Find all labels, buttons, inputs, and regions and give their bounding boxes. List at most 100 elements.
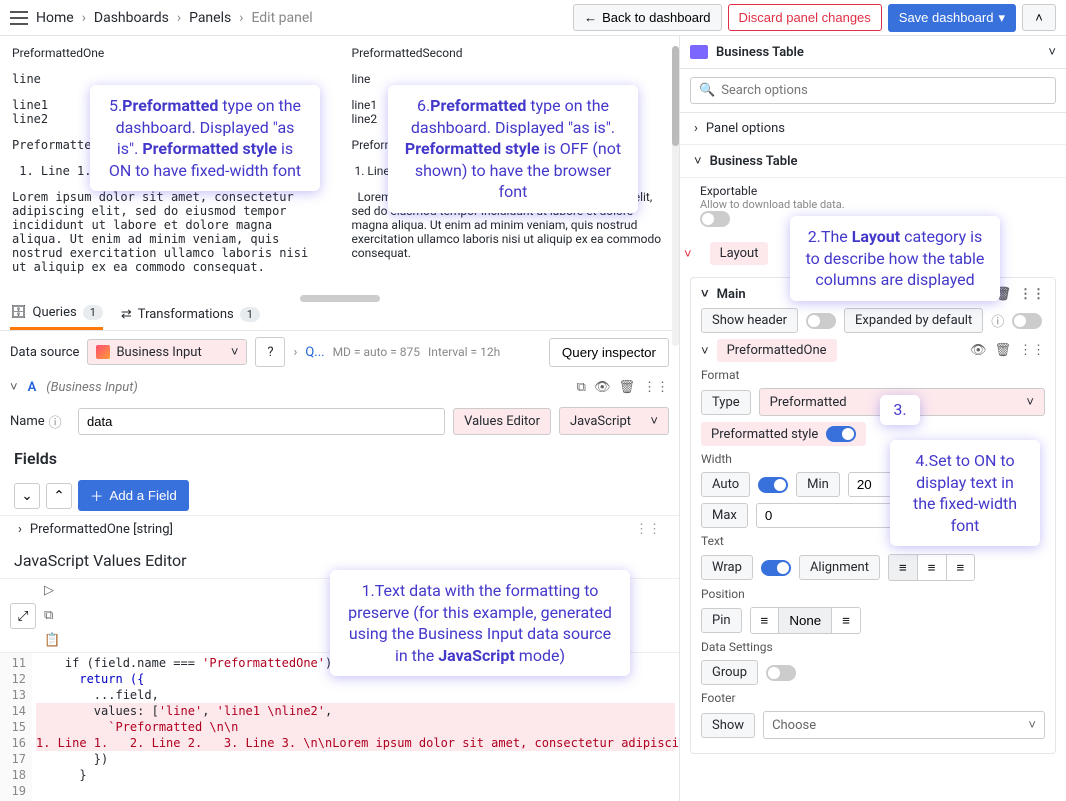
ds-label: Data source (10, 345, 79, 360)
preview-scrollbar[interactable] (672, 46, 679, 346)
drag-icon[interactable]: ⋮⋮ (643, 380, 669, 395)
search-placeholder: Search options (721, 83, 808, 98)
eye-icon[interactable]: 👁 (594, 380, 611, 395)
field-row[interactable]: › PreformattedOne [string] ⋮⋮ (0, 515, 679, 543)
chevron-down-icon[interactable]: ˅ (701, 286, 709, 302)
values-editor-value: JavaScript (570, 414, 631, 429)
group-label: Group (701, 660, 758, 685)
database-icon: 🗄 (10, 305, 27, 320)
business-table-section[interactable]: ˅ Business Table (680, 145, 1066, 178)
save-button[interactable]: Save dashboard ▾ (888, 4, 1016, 32)
drag-icon[interactable]: ⋮⋮ (635, 522, 661, 537)
callout-2: 2.The Layout category is to describe how… (790, 216, 1000, 301)
callout-4: 4.Set to ON to display text in the fixed… (890, 440, 1040, 546)
choose-placeholder: Choose (772, 718, 816, 733)
position-label: Position (701, 587, 1045, 601)
query-tabs: 🗄 Queries 1 ⇄ Transformations 1 (0, 298, 679, 331)
chevron-down-icon[interactable]: ˅ (680, 246, 696, 262)
name-input[interactable] (78, 408, 445, 435)
visualization-picker[interactable]: Business Table ˅ (680, 36, 1066, 69)
pin-none-button[interactable]: None (779, 608, 832, 633)
query-options-link[interactable]: Q... (305, 345, 324, 360)
ds-help-button[interactable]: ? (255, 337, 285, 367)
expand-editor-button[interactable]: ⤢ (10, 603, 36, 629)
values-editor-select[interactable]: JavaScript ˅ (559, 407, 669, 435)
chevron-down-icon[interactable]: ˅ (701, 343, 709, 359)
md-info: MD = auto = 875 (333, 345, 420, 359)
chevron-down-icon: ˅ (694, 153, 702, 169)
transform-icon: ⇄ (121, 307, 132, 322)
trans-count: 1 (240, 307, 260, 322)
query-inspector-button[interactable]: Query inspector (549, 338, 669, 367)
query-letter: A (28, 380, 37, 395)
callout-5: 5.Preformatted type on the dashboard. Di… (90, 85, 320, 191)
crumb-dashboards[interactable]: Dashboards (94, 10, 169, 26)
search-icon: 🔍 (699, 83, 715, 98)
align-center-button[interactable]: ≡ (918, 555, 947, 580)
pin-left-button[interactable]: ≡ (751, 608, 780, 633)
table-icon (690, 45, 708, 59)
eye-icon[interactable]: 👁 (970, 343, 987, 358)
footer-label: Footer (701, 691, 1045, 705)
question-icon: ? (267, 345, 273, 360)
info-icon[interactable]: ⓘ (991, 311, 1004, 330)
query-a-row: ˅ A (Business Input) ⧉ 👁 🗑 ⋮⋮ (0, 373, 679, 401)
viz-name: Business Table (716, 45, 804, 60)
search-options-input[interactable]: 🔍 Search options (690, 77, 1056, 104)
panel-options-section[interactable]: › Panel options (680, 113, 1066, 145)
gutter: 111213141516171819 (0, 653, 32, 801)
tab-queries-label: Queries (33, 305, 77, 320)
column-chip[interactable]: PreformattedOne (717, 339, 837, 362)
panel1-lorem: Lorem ipsum dolor sit amet, consectetur … (12, 190, 328, 274)
show-header-toggle[interactable] (806, 313, 836, 329)
collapse-all-button[interactable]: ⌄ (14, 483, 40, 509)
show-label: Show (701, 713, 755, 738)
panel2-title: PreformattedSecond (352, 46, 668, 60)
collapse-query[interactable]: ˅ (10, 379, 18, 395)
type-value: Preformatted (770, 395, 847, 410)
copy-icon[interactable]: ⧉ (577, 380, 586, 395)
panel-options-label: Panel options (706, 121, 785, 136)
trash-icon[interactable]: 🗑 (994, 343, 1011, 358)
topbar: Home› Dashboards› Panels› Edit panel ← B… (0, 0, 1066, 36)
crumb-panels[interactable]: Panels (189, 10, 231, 26)
pref-style-label: Preformatted style (711, 427, 818, 442)
callout-6: 6.Preformatted type on the dashboard. Di… (388, 85, 638, 213)
layout-section[interactable]: Layout (710, 242, 769, 265)
drag-icon[interactable]: ⋮⋮ (1019, 343, 1045, 358)
crumb-edit: Edit panel (251, 10, 312, 26)
trash-icon[interactable]: 🗑 (618, 380, 635, 395)
chevron-right-icon: › (694, 121, 698, 136)
back-button[interactable]: ← Back to dashboard (573, 4, 721, 31)
pin-right-button[interactable]: ≡ (832, 608, 860, 633)
datasource-row: Data source Business Input ˅ ? › Q... MD… (0, 331, 679, 373)
info-icon[interactable]: ⓘ (49, 412, 62, 431)
expanded-toggle[interactable] (1012, 313, 1042, 329)
group-toggle[interactable] (766, 665, 796, 681)
align-left-button[interactable]: ≡ (889, 555, 918, 580)
tab-transformations[interactable]: ⇄ Transformations 1 (121, 298, 260, 330)
datasource-select[interactable]: Business Input ˅ (87, 339, 247, 365)
pin-group: ≡ None ≡ (750, 607, 861, 634)
splitter-handle[interactable] (300, 295, 380, 302)
align-label: Alignment (799, 555, 880, 580)
plus-icon: ＋ (90, 486, 103, 505)
wrap-label: Wrap (701, 555, 753, 580)
chevron-down-icon: ˅ (650, 413, 658, 429)
auto-toggle[interactable] (758, 477, 788, 493)
wrap-toggle[interactable] (761, 560, 791, 576)
discard-button[interactable]: Discard panel changes (728, 4, 882, 31)
menu-icon[interactable] (10, 11, 28, 25)
expand-all-button[interactable]: ⌃ (46, 483, 72, 509)
query-ds-name: (Business Input) (46, 380, 138, 395)
pref-style-toggle[interactable] (826, 426, 856, 442)
crumb-home[interactable]: Home (36, 10, 74, 26)
add-field-button[interactable]: ＋ Add a Field (78, 480, 189, 511)
ds-name: Business Input (116, 345, 201, 360)
collapse-button[interactable]: ˄ (1022, 4, 1056, 31)
footer-show-select[interactable]: Choose ˅ (763, 711, 1045, 739)
exportable-toggle[interactable] (700, 211, 730, 227)
align-right-button[interactable]: ≡ (947, 555, 975, 580)
drag-icon[interactable]: ⋮⋮ (1019, 287, 1045, 302)
tab-queries[interactable]: 🗄 Queries 1 (10, 298, 103, 330)
